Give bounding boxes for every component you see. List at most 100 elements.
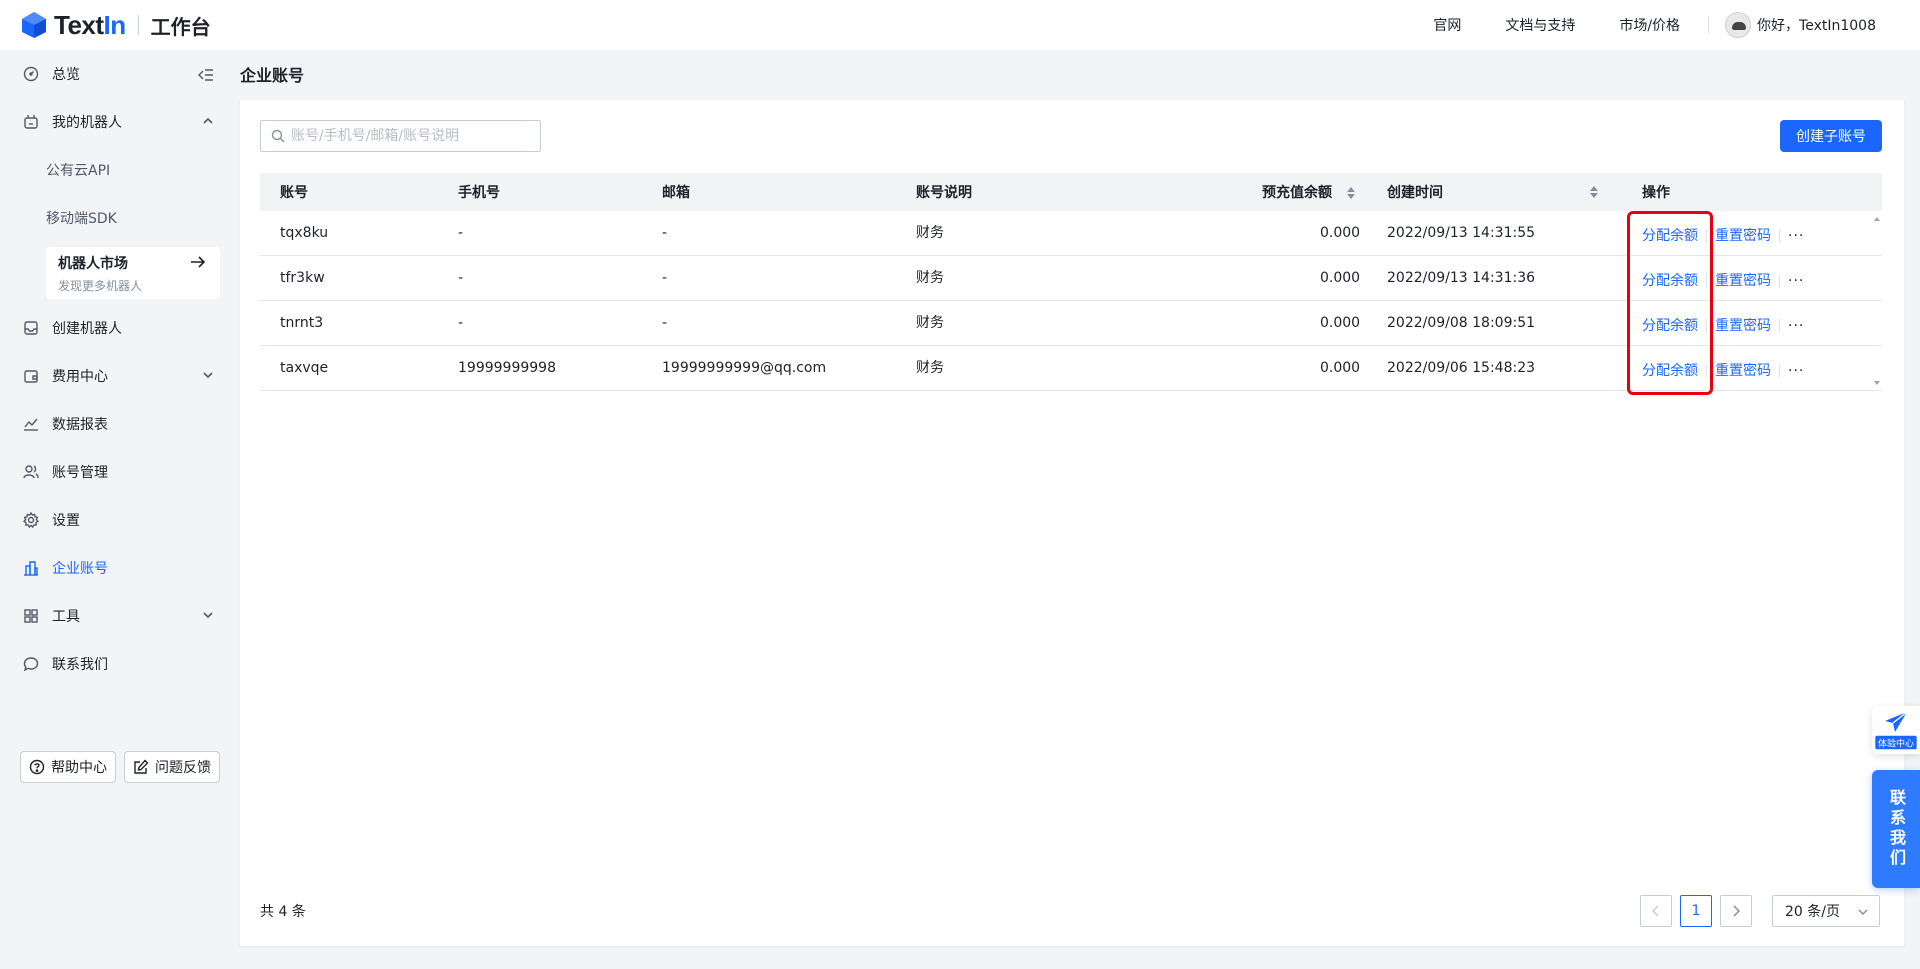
- sidebar-item-label: 联系我们: [52, 657, 108, 673]
- allocate-balance-link[interactable]: 分配余额: [1642, 273, 1698, 289]
- search-box[interactable]: [260, 120, 541, 152]
- search-input[interactable]: [291, 128, 531, 144]
- nav-divider: [1708, 16, 1710, 34]
- page-size-select[interactable]: 20 条/页: [1772, 895, 1880, 927]
- chevron-left-icon: [1651, 905, 1659, 917]
- cell-email: -: [662, 315, 668, 331]
- row-actions: 分配余额 重置密码 ···: [1642, 225, 1804, 245]
- table-row: tfr3kw - - 财务 0.000 2022/09/13 14:31:36 …: [260, 256, 1882, 301]
- user-menu[interactable]: 你好，TextIn1008: [1725, 12, 1876, 38]
- inbox-icon: [22, 319, 40, 337]
- logo-divider: [137, 15, 139, 35]
- cell-phone: 19999999998: [458, 360, 556, 376]
- cell-email: -: [662, 225, 668, 241]
- paper-plane-icon: [1885, 710, 1908, 732]
- more-actions-icon[interactable]: ···: [1788, 228, 1804, 244]
- sidebar-item-mobile-sdk[interactable]: 移动端SDK: [0, 198, 236, 238]
- robot-market-card[interactable]: 机器人市场 发现更多机器人: [46, 247, 220, 299]
- next-page-button[interactable]: [1720, 895, 1752, 927]
- sidebar-item-billing[interactable]: 费用中心: [0, 356, 236, 396]
- feedback-label: 问题反馈: [155, 760, 211, 776]
- cell-balance: 0.000: [1320, 360, 1361, 376]
- cell-desc: 财务: [916, 315, 944, 331]
- workspace-label: 工作台: [150, 14, 211, 39]
- sidebar-item-enterprise[interactable]: 企业账号: [0, 548, 236, 588]
- sidebar-item-label: 创建机器人: [52, 321, 122, 337]
- scroll-down-icon[interactable]: [1870, 375, 1884, 389]
- accounts-table: 账号 手机号 邮箱 账号说明 预充值余额 创建时间 操作 tqx8ku - - …: [260, 173, 1882, 391]
- arrow-right-icon: [190, 255, 206, 273]
- reset-password-link[interactable]: 重置密码: [1715, 273, 1771, 289]
- sidebar-item-settings[interactable]: 设置: [0, 500, 236, 540]
- sidebar-item-public-api[interactable]: 公有云API: [0, 150, 236, 190]
- experience-center-widget[interactable]: 体验中心: [1872, 706, 1920, 754]
- total-count: 共 4 条: [260, 904, 306, 920]
- col-header-account: 账号: [280, 185, 308, 201]
- help-center-label: 帮助中心: [51, 760, 107, 776]
- logo-text: TextIn: [54, 9, 126, 40]
- page-number-button[interactable]: 1: [1680, 895, 1712, 927]
- reset-password-link[interactable]: 重置密码: [1715, 318, 1771, 334]
- chevron-right-icon: [1733, 905, 1741, 917]
- cell-balance: 0.000: [1320, 315, 1361, 331]
- row-actions: 分配余额 重置密码 ···: [1642, 315, 1804, 335]
- sidebar-item-label: 总览: [52, 67, 80, 83]
- chat-bubble-icon: [22, 655, 40, 673]
- collapse-sidebar-icon[interactable]: [198, 68, 214, 86]
- sort-icon[interactable]: [1590, 186, 1598, 198]
- cell-account: tqx8ku: [280, 225, 329, 241]
- robot-market-desc: 发现更多机器人: [58, 279, 143, 293]
- help-center-button[interactable]: 帮助中心: [20, 751, 116, 783]
- allocate-balance-link[interactable]: 分配余额: [1642, 228, 1698, 244]
- row-actions: 分配余额 重置密码 ···: [1642, 360, 1804, 380]
- sidebar-item-overview[interactable]: 总览: [0, 54, 236, 94]
- action-divider: [1706, 229, 1707, 243]
- sidebar-item-reports[interactable]: 数据报表: [0, 404, 236, 444]
- scroll-up-icon[interactable]: [1870, 213, 1884, 227]
- col-header-created[interactable]: 创建时间: [1387, 182, 1443, 202]
- allocate-balance-link[interactable]: 分配余额: [1642, 363, 1698, 379]
- contact-us-widget[interactable]: 联系我们: [1872, 770, 1920, 888]
- main-panel: 创建子账号 账号 手机号 邮箱 账号说明 预充值余额 创建时间 操作 tqx8k…: [240, 100, 1904, 946]
- col-header-email: 邮箱: [662, 185, 690, 201]
- sidebar-item-label: 企业账号: [52, 561, 108, 577]
- more-actions-icon[interactable]: ···: [1788, 273, 1804, 289]
- col-header-desc: 账号说明: [916, 185, 972, 201]
- sidebar-item-account-mgmt[interactable]: 账号管理: [0, 452, 236, 492]
- feedback-button[interactable]: 问题反馈: [124, 751, 220, 783]
- sidebar-item-label: 账号管理: [52, 465, 108, 481]
- action-divider: [1706, 364, 1707, 378]
- sidebar-item-label: 我的机器人: [52, 115, 122, 131]
- col-header-balance[interactable]: 预充值余额: [1262, 182, 1355, 202]
- cell-email: -: [662, 270, 668, 286]
- reset-password-link[interactable]: 重置密码: [1715, 228, 1771, 244]
- table-scrollbar[interactable]: [1870, 211, 1884, 391]
- sidebar-item-my-robots[interactable]: 我的机器人: [0, 102, 236, 142]
- reset-password-link[interactable]: 重置密码: [1715, 363, 1771, 379]
- cell-account: taxvqe: [280, 360, 329, 376]
- nav-docs-support[interactable]: 文档与支持: [1505, 15, 1575, 35]
- gear-icon: [22, 511, 40, 529]
- cell-created: 2022/09/13 14:31:55: [1387, 225, 1536, 241]
- logo[interactable]: TextIn 工作台: [20, 10, 211, 41]
- nav-official-site[interactable]: 官网: [1433, 15, 1461, 35]
- cell-email: 19999999999@qq.com: [662, 360, 827, 376]
- action-divider: [1779, 274, 1780, 288]
- more-actions-icon[interactable]: ···: [1788, 318, 1804, 334]
- page-title: 企业账号: [240, 66, 305, 85]
- action-divider: [1779, 319, 1780, 333]
- more-actions-icon[interactable]: ···: [1788, 363, 1804, 379]
- prev-page-button[interactable]: [1640, 895, 1672, 927]
- cell-balance: 0.000: [1320, 225, 1361, 241]
- nav-market-pricing[interactable]: 市场/价格: [1619, 15, 1680, 35]
- top-nav: 官网 文档与支持 市场/价格 你好，TextIn1008: [1433, 0, 1876, 50]
- col-header-actions: 操作: [1642, 185, 1670, 201]
- allocate-balance-link[interactable]: 分配余额: [1642, 318, 1698, 334]
- action-divider: [1706, 319, 1707, 333]
- user-greeting: 你好，TextIn1008: [1757, 18, 1876, 34]
- action-divider: [1706, 274, 1707, 288]
- sidebar-item-create-robot[interactable]: 创建机器人: [0, 308, 236, 348]
- sidebar-item-tools[interactable]: 工具: [0, 596, 236, 636]
- sidebar-item-contact[interactable]: 联系我们: [0, 644, 236, 684]
- create-sub-account-button[interactable]: 创建子账号: [1780, 120, 1882, 152]
